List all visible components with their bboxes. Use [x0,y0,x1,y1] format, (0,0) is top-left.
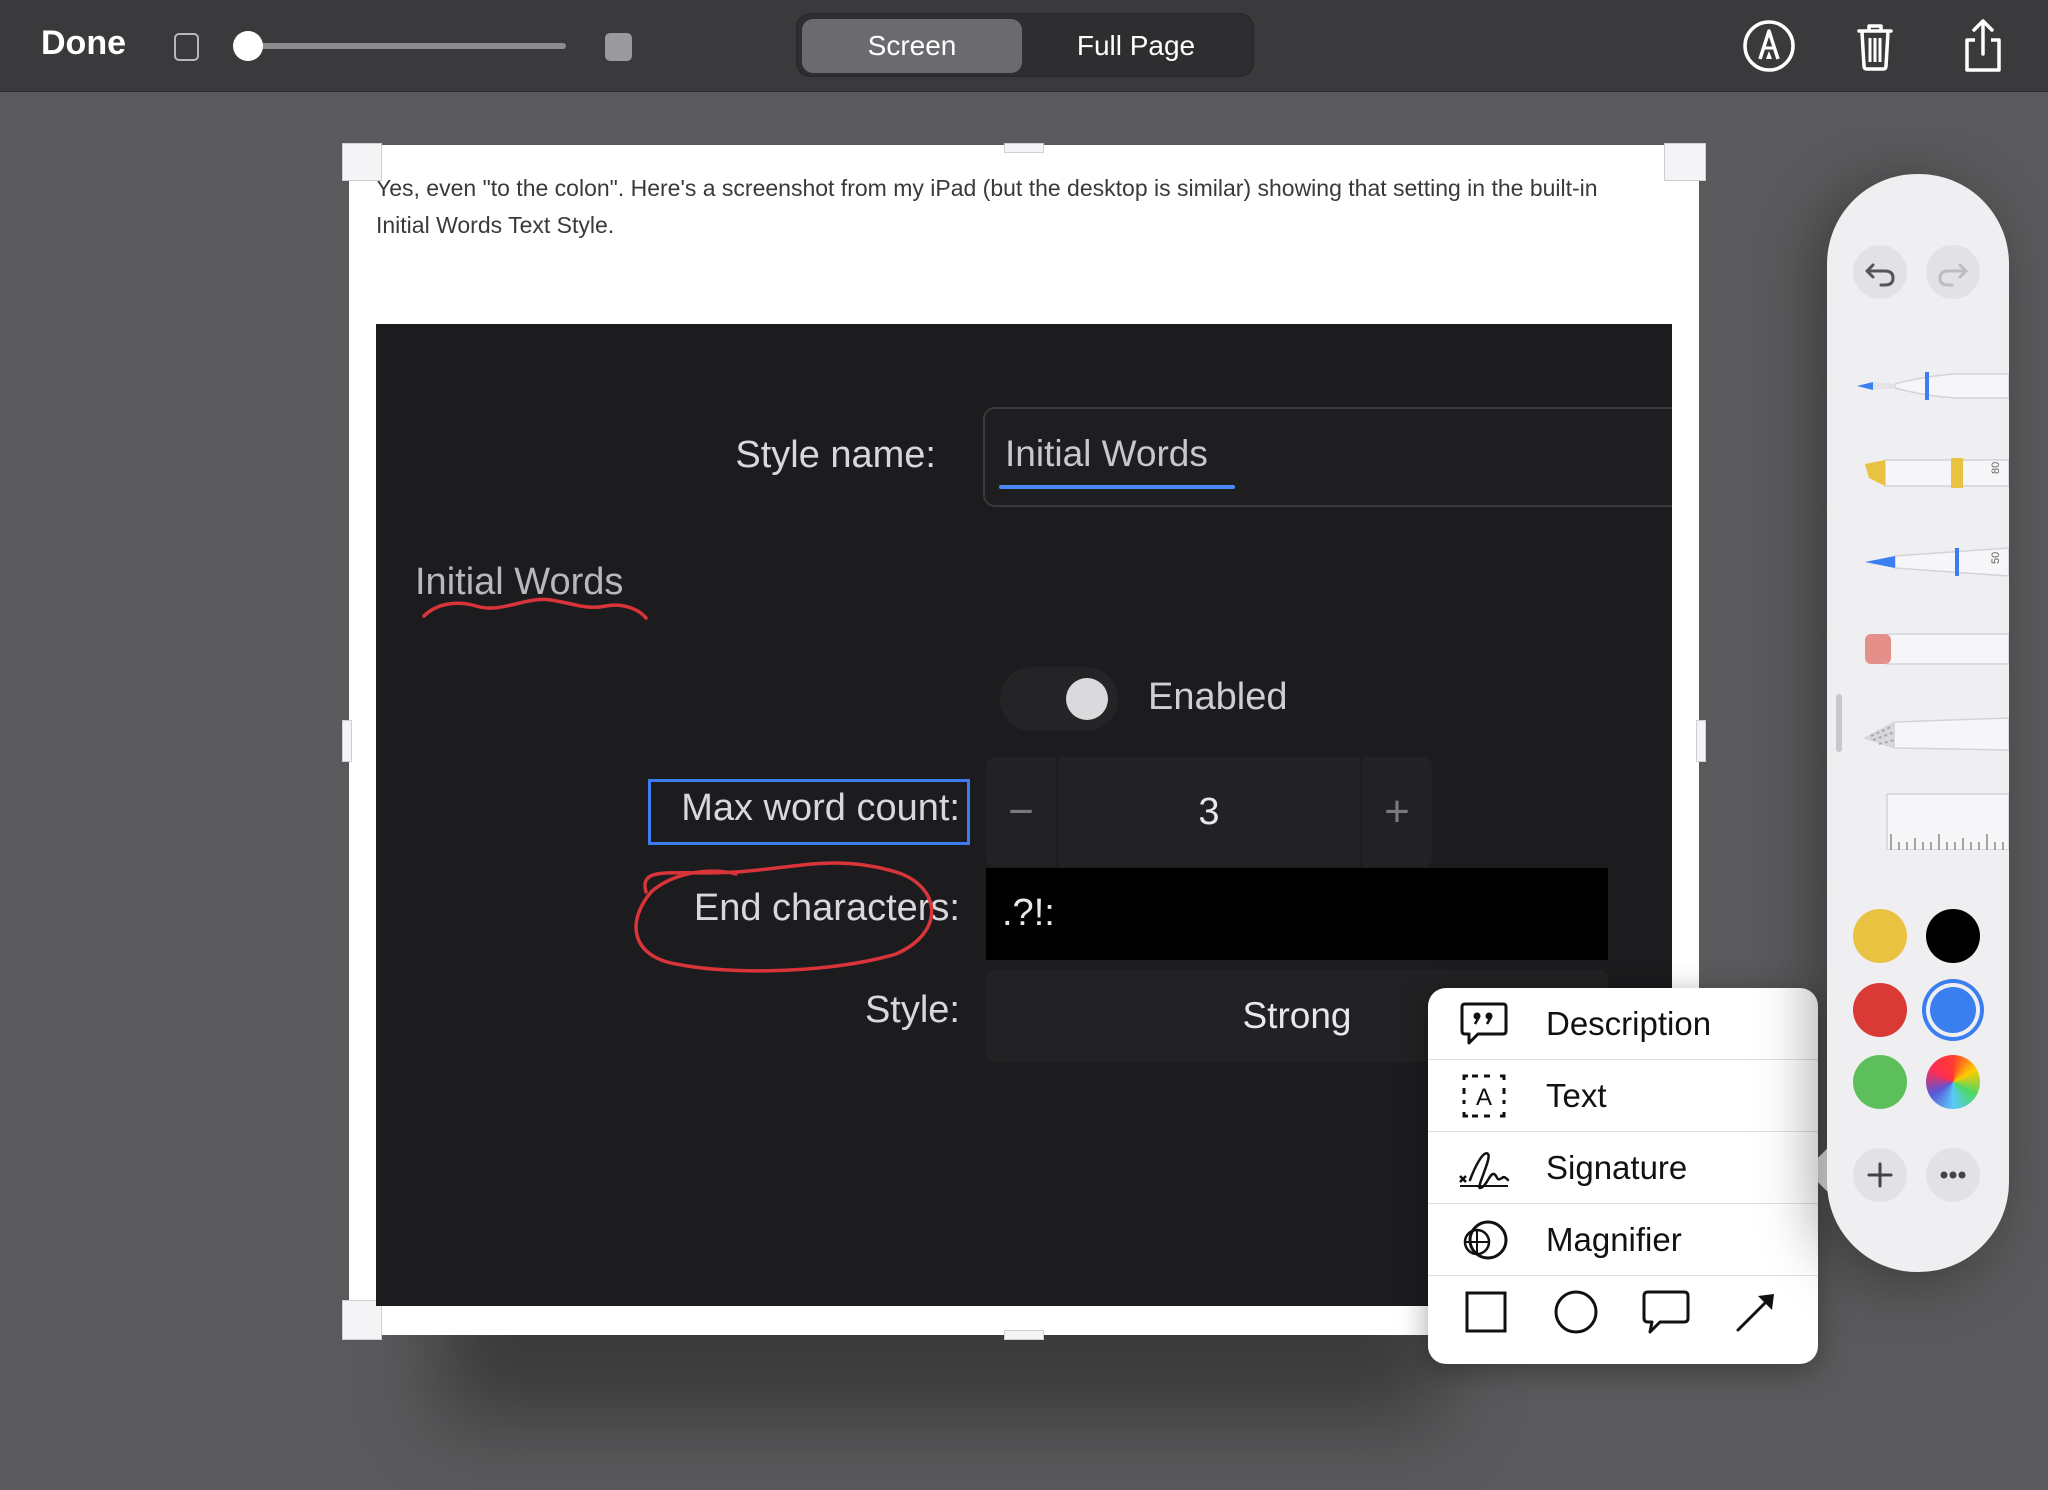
color-swatch-blue-selected[interactable] [1926,983,1980,1037]
arrow-shape-icon[interactable] [1728,1284,1784,1340]
opacity-slider[interactable] [246,43,566,49]
color-swatch-yellow[interactable] [1853,909,1907,963]
quote-bubble-icon [1458,1000,1510,1048]
top-toolbar: Done Screen Full Page [0,0,2048,92]
crop-handle-left[interactable] [342,720,352,762]
menu-item-label: Text [1546,1077,1607,1114]
markup-pen-icon[interactable] [1739,16,1799,76]
circle-shape-icon[interactable] [1548,1284,1604,1340]
signature-icon [1458,1144,1510,1192]
more-icon[interactable] [1926,1148,1980,1202]
square-shape-icon[interactable] [1458,1284,1514,1340]
menu-item-label: Signature [1546,1149,1688,1186]
color-swatch-black[interactable] [1926,909,1980,963]
redo-icon[interactable] [1926,245,1980,299]
ink-underline[interactable] [422,597,648,620]
crop-handle-top-right[interactable] [1664,143,1706,181]
undo-icon[interactable] [1853,245,1907,299]
page-body-text: Yes, even "to the colon". Here's a scree… [376,175,1598,238]
crop-handle-top-left[interactable] [342,143,382,181]
ruler-tool[interactable] [1855,790,2010,851]
highlighter-number: 80 [1990,462,2002,474]
lasso-tool[interactable] [1855,704,2010,764]
palette-grabber[interactable] [1836,694,1842,752]
color-picker-spectrum-icon[interactable] [1926,1055,1980,1109]
color-swatch-green[interactable] [1853,1055,1907,1109]
menu-item-magnifier[interactable]: Magnifier [1428,1204,1818,1276]
menu-item-text[interactable]: A Text [1428,1060,1818,1132]
crop-handle-bottom[interactable] [1004,1330,1044,1340]
opacity-slider-knob[interactable] [233,31,263,61]
menu-item-description[interactable]: Description [1428,988,1818,1060]
eraser-tool[interactable] [1855,618,2010,678]
crop-handle-bottom-left[interactable] [342,1300,382,1340]
svg-text:A: A [1476,1084,1492,1111]
tab-full-page[interactable]: Full Page [1022,19,1250,73]
pen-tool[interactable] [1855,356,2010,416]
menu-item-signature[interactable]: Signature [1428,1132,1818,1204]
magnifier-icon [1458,1216,1510,1264]
trash-icon[interactable] [1845,16,1905,76]
color-swatch-red[interactable] [1853,983,1907,1037]
opacity-max-icon [605,33,632,61]
crop-handle-top[interactable] [1004,143,1044,153]
opacity-min-icon [174,33,199,61]
add-icon[interactable] [1853,1148,1907,1202]
pencil-tool[interactable]: 50 [1855,532,2010,592]
menu-item-label: Description [1546,1005,1712,1042]
speech-bubble-shape-icon[interactable] [1638,1284,1694,1340]
tab-screen[interactable]: Screen [802,19,1022,73]
menu-item-label: Magnifier [1546,1221,1682,1258]
done-button[interactable]: Done [41,24,126,63]
crop-handle-right[interactable] [1696,720,1706,762]
ink-circle[interactable] [634,861,934,973]
pencil-number: 50 [1990,552,2002,564]
text-box-icon: A [1458,1072,1510,1120]
share-icon[interactable] [1953,16,2013,76]
capture-mode-segmented-control: Screen Full Page [796,13,1254,77]
insert-popup-menu: Description A Text Signature Magnifier [1428,988,1818,1364]
highlighter-tool[interactable]: 80 [1855,442,2010,502]
